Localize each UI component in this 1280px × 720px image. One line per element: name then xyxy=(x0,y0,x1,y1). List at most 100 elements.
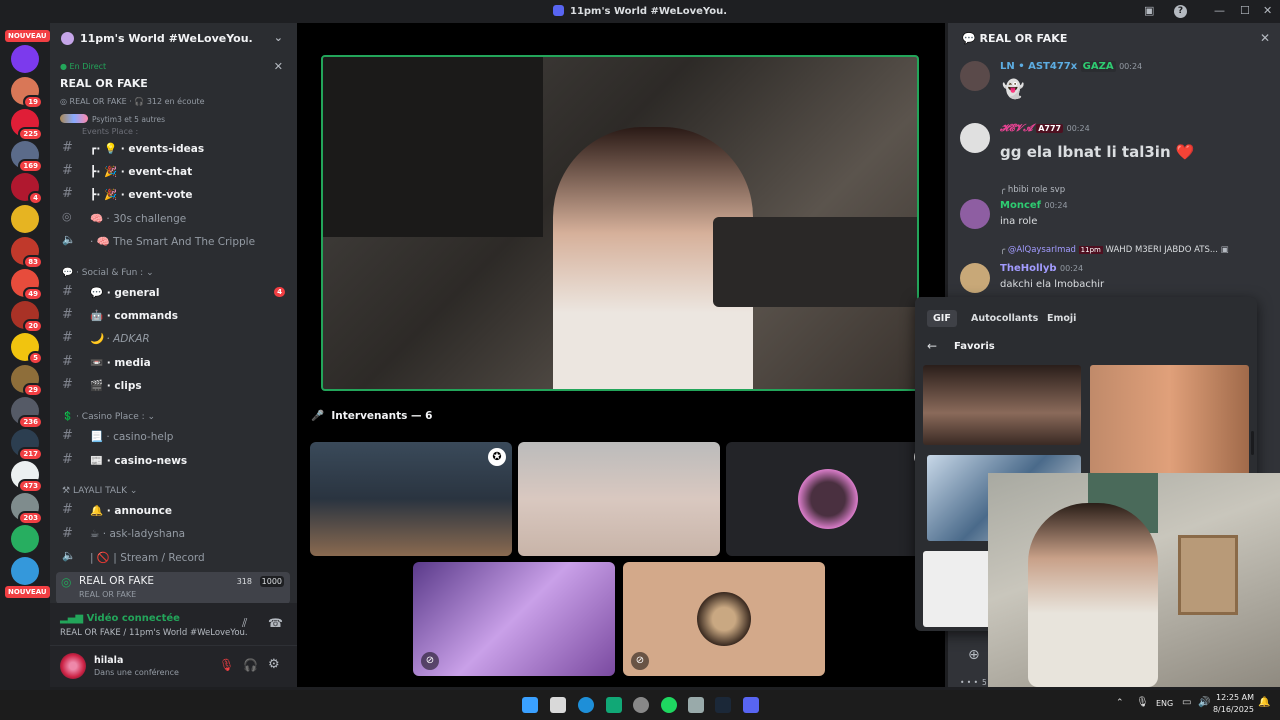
app-icon[interactable] xyxy=(606,697,622,713)
chat-message: LN • AST477x GAZA 00:24 👻 xyxy=(960,61,1270,109)
active-stage-channel[interactable]: ◎ REAL OR FAKE REAL OR FAKE 318 1000 xyxy=(56,572,290,604)
minimize-button[interactable]: — xyxy=(1214,4,1225,17)
gif-thumbnail[interactable] xyxy=(923,365,1081,445)
help-icon[interactable]: ? xyxy=(1174,5,1187,18)
person-video xyxy=(1028,503,1158,687)
close-chat-button[interactable]: ✕ xyxy=(1260,31,1270,45)
voice-status-bar: ▂▄▆ Vidéo connectée REAL OR FAKE / 11pm'… xyxy=(50,603,297,687)
server-icon[interactable] xyxy=(11,45,39,73)
server-logo-icon xyxy=(552,5,564,16)
channel-stream-record[interactable]: 🔈 | 🚫 | Stream / Record xyxy=(50,547,297,569)
live-stage-card[interactable]: ● En Direct ✕ REAL OR FAKE ◎ REAL OR FAK… xyxy=(50,57,297,151)
clock-date[interactable]: 8/16/2025 xyxy=(1210,705,1254,714)
server-icon[interactable]: 83 xyxy=(11,237,43,269)
channel-adkar[interactable]: # 🌙 · ADKAR xyxy=(50,328,297,350)
tab-emoji[interactable]: Emoji xyxy=(1047,313,1076,324)
mic-muted-icon[interactable]: 🎙 xyxy=(219,658,234,672)
channel-casino-news[interactable]: # 📰 · casino-news xyxy=(50,450,297,472)
guild-header[interactable]: 11pm's World #WeLoveYou. ⌄ xyxy=(50,23,297,55)
scrollbar[interactable] xyxy=(1251,431,1254,455)
server-icon[interactable] xyxy=(11,557,39,585)
guild-icon xyxy=(61,32,74,45)
server-icon[interactable]: 19 xyxy=(11,77,43,109)
category-social[interactable]: 💬 · Social & Fun : ⌄ xyxy=(62,268,154,278)
spotify-icon[interactable] xyxy=(661,697,677,713)
channel-smart-and-cripple[interactable]: 🔈 · 🧠 The Smart And The Cripple xyxy=(50,231,297,253)
channel-30s-challenge[interactable]: ◎ 🧠 · 30s challenge xyxy=(50,208,297,230)
steam-icon[interactable] xyxy=(715,697,731,713)
category-casino[interactable]: 💲 · Casino Place : ⌄ xyxy=(62,412,155,422)
speaker-tile[interactable]: ⊘ xyxy=(413,562,615,676)
channel-event-chat[interactable]: # ┣· 🎉 · event-chat xyxy=(50,161,297,183)
channel-casino-help[interactable]: # 📃 · casino-help xyxy=(50,426,297,448)
speaker-tile[interactable]: ✪ xyxy=(726,442,928,556)
tab-gif[interactable]: GIF xyxy=(927,310,957,327)
add-attachment-icon[interactable]: ⊕ xyxy=(968,647,980,663)
avatar[interactable] xyxy=(960,199,990,229)
avatar[interactable] xyxy=(960,263,990,293)
file-explorer-icon[interactable] xyxy=(550,697,566,713)
discord-icon[interactable] xyxy=(743,697,759,713)
mic-tray-icon[interactable]: 🎙 xyxy=(1136,697,1149,708)
noise-suppression-icon[interactable]: ⫽ xyxy=(242,616,247,631)
category-layali[interactable]: ⚒ LAYALI TALK ⌄ xyxy=(62,486,137,496)
speaker-tile[interactable]: ⊘ xyxy=(623,562,825,676)
avatar xyxy=(697,592,751,646)
headphones-icon[interactable]: 🎧 xyxy=(243,658,258,672)
network-icon[interactable]: ▭ xyxy=(1182,697,1191,708)
calculator-icon[interactable] xyxy=(688,697,704,713)
hash-icon: # xyxy=(62,526,73,541)
edge-icon[interactable] xyxy=(578,697,594,713)
reply-preview[interactable]: ╭ hbibi role svp xyxy=(1000,185,1065,195)
headphones-icon: 🎧 xyxy=(134,97,145,106)
clock-time[interactable]: 12:25 AM xyxy=(1214,693,1254,702)
server-icon[interactable]: 217 xyxy=(11,429,43,461)
channel-events-ideas[interactable]: # ┏· 💡 · events-ideas xyxy=(50,138,297,160)
gif-thumbnail[interactable] xyxy=(1090,365,1249,475)
disconnect-icon[interactable]: ☎ xyxy=(268,616,283,630)
hash-icon: # xyxy=(62,330,73,345)
speaker-tile[interactable]: ✪ xyxy=(310,442,512,556)
server-icon[interactable]: 169 xyxy=(11,141,43,173)
tray-chevron-icon[interactable]: ⌃ xyxy=(1116,698,1124,708)
server-icon[interactable]: 203 xyxy=(11,493,43,525)
server-icon[interactable]: 20 xyxy=(11,301,43,333)
reply-preview[interactable]: ╭ @AlQaysarImad 11pm WAHD M3ERI JABDO AT… xyxy=(1000,245,1229,255)
channel-ask-ladyshana[interactable]: # ☕ · ask-ladyshana xyxy=(50,524,297,546)
speaker-tile[interactable] xyxy=(518,442,720,556)
gif-thumbnail[interactable] xyxy=(923,551,993,627)
avatar[interactable] xyxy=(960,61,990,91)
tab-stickers[interactable]: Autocollants xyxy=(971,313,1038,324)
taskbar: ⌃ 🎙 ENG ▭ 🔊 12:25 AM 8/16/2025 🔔 xyxy=(0,690,1280,720)
avatar[interactable] xyxy=(60,653,86,679)
channel-event-vote[interactable]: # ┣· 🎉 · event-vote xyxy=(50,184,297,206)
server-icon[interactable]: 473 xyxy=(11,461,43,493)
inbox-icon[interactable]: ▣ xyxy=(1144,4,1154,17)
language-indicator[interactable]: ENG xyxy=(1156,699,1173,708)
server-icon[interactable]: 225 xyxy=(11,109,43,141)
maximize-button[interactable]: ☐ xyxy=(1240,4,1250,17)
settings-gear-icon[interactable]: ⚙ xyxy=(268,657,280,672)
avatar[interactable] xyxy=(960,123,990,153)
windows-start-icon[interactable] xyxy=(522,697,538,713)
settings-icon[interactable] xyxy=(633,697,649,713)
channel-clips[interactable]: # 🎬 · clips xyxy=(50,375,297,397)
user-count: 318 xyxy=(236,577,252,586)
channel-announce[interactable]: # 🔔 · announce xyxy=(50,500,297,522)
back-arrow-icon[interactable]: ← xyxy=(927,339,937,353)
server-icon[interactable]: 49 xyxy=(11,269,43,301)
channel-media[interactable]: # 📼 · media xyxy=(50,352,297,374)
server-icon[interactable]: 5 xyxy=(11,333,43,365)
server-icon[interactable] xyxy=(11,205,39,233)
main-video-feed[interactable] xyxy=(321,55,919,391)
channel-commands[interactable]: # 🤖 · commands xyxy=(50,305,297,327)
volume-icon[interactable]: 🔊 xyxy=(1198,697,1210,708)
close-icon[interactable]: ✕ xyxy=(274,60,283,73)
close-window-button[interactable]: ✕ xyxy=(1263,4,1272,17)
server-icon[interactable]: 4 xyxy=(11,173,43,205)
notification-bell-icon[interactable]: 🔔 xyxy=(1258,697,1270,708)
server-icon[interactable]: 29 xyxy=(11,365,43,397)
channel-general[interactable]: # 💬 · general 4 xyxy=(50,282,297,304)
server-icon[interactable] xyxy=(11,525,39,553)
server-icon[interactable]: 236 xyxy=(11,397,43,429)
